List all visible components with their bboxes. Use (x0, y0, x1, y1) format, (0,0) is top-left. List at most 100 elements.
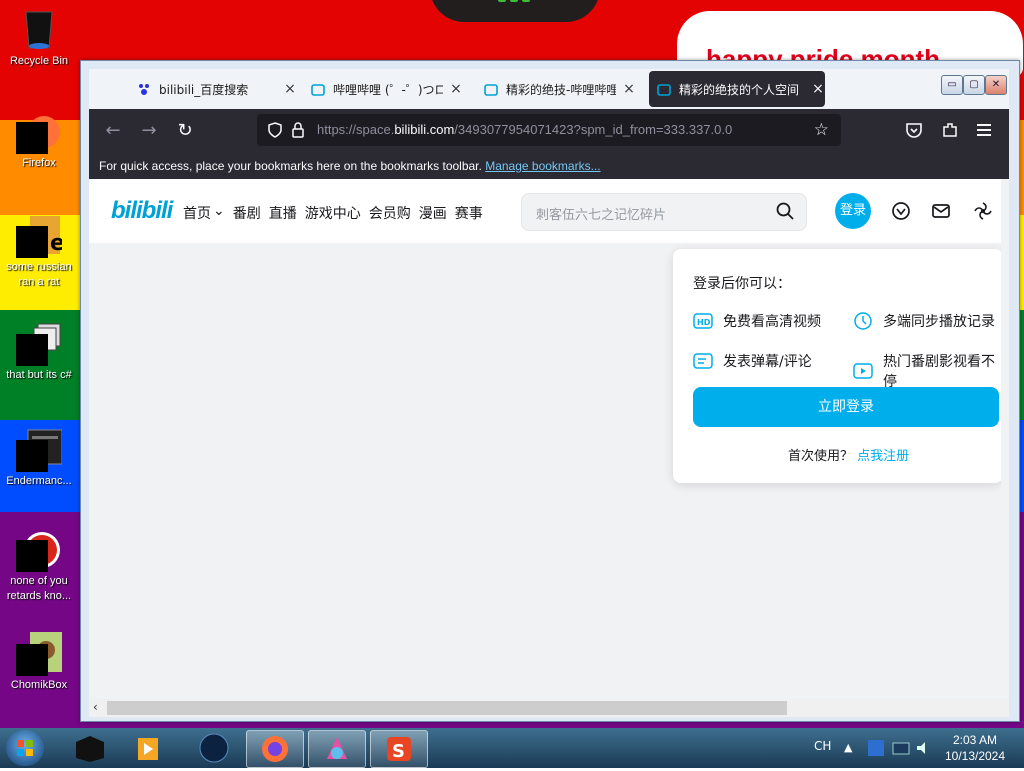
taskbar-media-player[interactable] (122, 730, 178, 766)
star-icon[interactable]: ☆ (814, 120, 829, 140)
url-bar[interactable]: https://space.bilibili.com/3493077954071… (257, 114, 841, 146)
nav-anime[interactable]: 番剧 (233, 203, 261, 223)
taskbar-firefox[interactable] (246, 730, 304, 768)
taskbar-paint-app[interactable] (308, 730, 366, 768)
close-icon[interactable]: × (622, 81, 636, 97)
clock-date: 10/13/2024 (944, 749, 1006, 763)
page-content: bilibili 首页 ⌄ 番剧 直播 游戏中心 会员购 漫画 赛事 刺客伍六七之… (89, 179, 1009, 699)
close-window-button[interactable]: ✕ (985, 75, 1007, 95)
nav-live[interactable]: 直播 (269, 203, 297, 223)
desktop-icon-csharp[interactable]: that but its c# (0, 320, 78, 383)
nav-toolbar: ← → ↻ https://space.bilibili.com/3493077… (89, 109, 1009, 153)
tab-bilibili-home[interactable]: 哔哩哔哩 (゜-゜)つロ × (311, 71, 463, 107)
desktop-icon-chomikbox[interactable]: ChomikBox (0, 630, 78, 693)
close-icon[interactable]: × (283, 81, 297, 97)
close-icon[interactable]: × (449, 81, 463, 97)
bilibili-tv-icon (484, 82, 498, 96)
register-link[interactable]: 点我注册 (857, 449, 909, 464)
firefox-icon (262, 736, 288, 762)
tab-bilibili-space[interactable]: 精彩的绝技的个人空间 × (649, 71, 825, 107)
manage-bookmarks-link[interactable]: Manage bookmarks... (485, 159, 600, 173)
feature-anime: 热门番剧影视看不停 (853, 351, 1003, 391)
feature-hd: HD 免费看高清视频 (693, 311, 821, 331)
url-text[interactable]: https://space.bilibili.com/3493077954071… (317, 122, 732, 137)
search-input[interactable]: 刺客伍六七之记忆碎片 (536, 204, 666, 223)
nav-events[interactable]: 赛事 (455, 203, 483, 223)
nav-member-shop[interactable]: 会员购 (369, 203, 411, 223)
taskbar-app-box[interactable] (62, 730, 118, 766)
desktop-icon-endermanch[interactable]: Endermanc... (0, 426, 78, 489)
sogou-s-icon: S (387, 737, 411, 762)
circle-app-icon (16, 526, 62, 572)
reload-button[interactable]: ↻ (174, 120, 196, 142)
start-button[interactable] (6, 730, 44, 766)
network-icon[interactable] (892, 739, 910, 761)
maximize-button[interactable]: ▢ (963, 75, 985, 95)
bilibili-tv-icon (311, 82, 325, 96)
chomikbox-icon (16, 630, 62, 676)
horizontal-scrollbar[interactable]: ‹ (89, 699, 1009, 717)
pocket-icon[interactable] (905, 122, 923, 142)
bookmarks-toolbar: For quick access, place your bookmarks h… (89, 153, 1009, 179)
vertical-scrollbar[interactable] (1001, 179, 1009, 699)
close-icon[interactable]: × (811, 81, 825, 97)
main-nav: 首页 ⌄ 番剧 直播 游戏中心 会员购 漫画 赛事 (183, 203, 491, 223)
popup-heading: 登录后你可以： (693, 276, 791, 292)
show-hidden-icons[interactable]: ▲ (844, 741, 852, 754)
lock-icon[interactable] (291, 122, 305, 142)
bilibili-logo[interactable]: bilibili (111, 197, 173, 225)
message-icon[interactable] (931, 201, 951, 221)
input-language[interactable]: CH (814, 739, 831, 753)
svg-text:S: S (392, 741, 405, 762)
horizontal-scroll-thumb[interactable] (107, 701, 787, 715)
login-avatar-button[interactable]: 登录 (835, 193, 871, 229)
nav-manga[interactable]: 漫画 (419, 203, 447, 223)
feature-sync: 多端同步播放记录 (853, 311, 995, 331)
svg-text:e: e (50, 231, 62, 256)
tab-strip: bilibili_百度搜索 × 哔哩哔哩 (゜-゜)つロ × 精彩的绝技-哔哩哔… (89, 69, 1009, 109)
scroll-left-icon[interactable]: ‹ (93, 700, 98, 714)
media-player-icon (138, 738, 158, 760)
login-popup: 登录后你可以： HD 免费看高清视频 多端同步播放记录 发表弹幕/评论 热门番剧… (673, 249, 1003, 483)
volume-icon[interactable] (914, 739, 932, 761)
feature-comment: 发表弹幕/评论 (693, 351, 812, 371)
danmaku-icon (693, 352, 713, 370)
paint-palette-icon (327, 737, 347, 759)
black-box-icon (76, 736, 104, 762)
login-now-button[interactable]: 立即登录 (693, 387, 999, 427)
globe-icon (199, 733, 229, 763)
windows-logo-icon (17, 740, 33, 756)
firefox-icon (16, 108, 62, 154)
tab-bilibili-video[interactable]: 精彩的绝技-哔哩哔哩 × (484, 71, 636, 107)
nav-game-center[interactable]: 游戏中心 (305, 203, 361, 223)
tab-baidu-search[interactable]: bilibili_百度搜索 × (137, 71, 297, 107)
desktop-icon-recycle-bin[interactable]: Recycle Bin (0, 6, 78, 69)
forward-button[interactable]: → (138, 120, 160, 142)
shield-icon[interactable] (267, 122, 283, 142)
cap-decoration (430, 0, 600, 22)
minimize-button[interactable]: ▭ (941, 75, 963, 95)
extensions-icon[interactable] (941, 121, 959, 143)
desktop-icon-none-of-you[interactable]: none of you retards kno... (0, 526, 78, 604)
menu-icon[interactable] (977, 122, 993, 141)
clock-icon (853, 312, 873, 330)
desktop-icon-firefox[interactable]: Firefox (0, 108, 78, 171)
bookmarks-hint: For quick access, place your bookmarks h… (99, 159, 482, 173)
nav-home[interactable]: 首页 (183, 203, 211, 223)
vip-icon[interactable] (891, 201, 911, 221)
taskbar-globe-app[interactable] (186, 730, 242, 766)
search-icon[interactable] (776, 202, 794, 220)
register-row: 首次使用？ 点我注册 (788, 445, 909, 464)
exe-file-icon: e (16, 212, 65, 258)
chevron-down-icon[interactable]: ⌄ (213, 203, 225, 223)
system-clock[interactable]: 2:03 AM 10/13/2024 (936, 732, 1014, 764)
taskbar-sogou[interactable]: S (370, 730, 428, 768)
desktop-icon-rat[interactable]: e some russian ran a rat (0, 212, 78, 290)
svg-text:HD: HD (697, 318, 711, 327)
search-box[interactable]: 刺客伍六七之记忆碎片 (521, 193, 807, 231)
dynamic-icon[interactable] (973, 201, 993, 221)
back-button[interactable]: ← (102, 120, 124, 142)
bilibili-tv-icon (657, 82, 671, 96)
first-use-text: 首次使用？ (788, 449, 854, 464)
tray-app-icon[interactable] (866, 738, 886, 762)
